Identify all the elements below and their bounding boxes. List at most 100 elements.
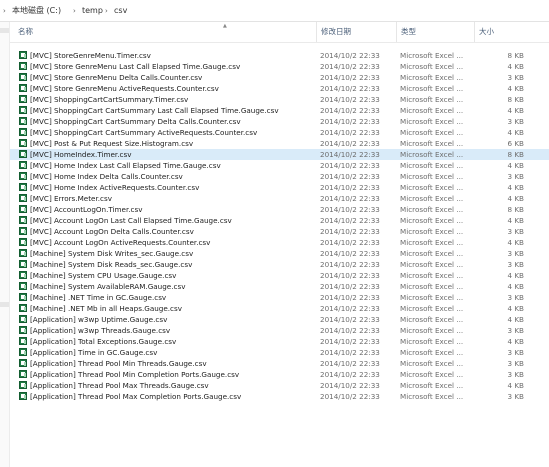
file-row[interactable]: [MVC] Home Index ActiveRequests.Counter.… [10, 182, 549, 193]
file-row[interactable]: [MVC] ShoppingCartCartSummary.Timer.csv 2… [10, 94, 549, 105]
breadcrumb-item-drive[interactable]: 本地磁盘 (C:) [12, 0, 61, 22]
nav-pane-fragment [0, 302, 9, 307]
file-size: 3 KB [507, 227, 524, 236]
file-row[interactable]: [MVC] Store GenreMenu Last Call Elapsed … [10, 61, 549, 72]
file-modified-date: 2014/10/2 22:33 [320, 216, 380, 225]
file-name: [MVC] ShoppingCart CartSummary Delta Cal… [30, 117, 241, 126]
file-row[interactable]: [Application] Total Exceptions.Gauge.csv… [10, 336, 549, 347]
file-name-cell: [Application] Thread Pool Min Completion… [19, 369, 319, 380]
file-size: 6 KB [507, 139, 524, 148]
file-row[interactable]: [Machine] System AvailableRAM.Gauge.csv 2… [10, 281, 549, 292]
file-name-cell: [MVC] ShoppingCart CartSummary Last Call… [19, 105, 319, 116]
file-name: [Application] Thread Pool Max Threads.Ga… [30, 381, 209, 390]
file-name: [MVC] Account LogOn Last Call Elapsed Ti… [30, 216, 232, 225]
file-name-cell: [MVC] ShoppingCart CartSummary Delta Cal… [19, 116, 319, 127]
file-modified-date: 2014/10/2 22:33 [320, 381, 380, 390]
file-size: 8 KB [507, 95, 524, 104]
file-row[interactable]: [MVC] ShoppingCart CartSummary ActiveReq… [10, 127, 549, 138]
excel-csv-file-icon [19, 95, 27, 103]
column-header-name[interactable]: 名称 [14, 22, 314, 42]
file-name-cell: [Application] Time in GC.Gauge.csv [19, 347, 319, 358]
file-name-cell: [MVC] Post & Put Request Size.Histogram.… [19, 138, 319, 149]
file-name: [MVC] Post & Put Request Size.Histogram.… [30, 139, 194, 148]
file-row[interactable]: [MVC] ShoppingCart CartSummary Delta Cal… [10, 116, 549, 127]
excel-csv-file-icon [19, 172, 27, 180]
file-modified-date: 2014/10/2 22:33 [320, 106, 380, 115]
file-modified-date: 2014/10/2 22:33 [320, 392, 380, 401]
file-type: Microsoft Excel ... [400, 183, 464, 192]
file-name-cell: [Application] Thread Pool Max Completion… [19, 391, 319, 402]
file-name-cell: [MVC] Home Index Delta Calls.Counter.csv [19, 171, 319, 182]
file-modified-date: 2014/10/2 22:33 [320, 172, 380, 181]
column-header-date[interactable]: 修改日期 [316, 22, 396, 42]
file-row[interactable]: [MVC] Post & Put Request Size.Histogram.… [10, 138, 549, 149]
file-name: [Application] Thread Pool Min Completion… [30, 370, 240, 379]
file-type: Microsoft Excel ... [400, 359, 464, 368]
file-row[interactable]: [Machine] System CPU Usage.Gauge.csv 2014… [10, 270, 549, 281]
file-name: [Machine] System CPU Usage.Gauge.csv [30, 271, 177, 280]
file-name-cell: [MVC] Account LogOn Delta Calls.Counter.… [19, 226, 319, 237]
file-size: 3 KB [507, 293, 524, 302]
file-name-cell: [MVC] Account LogOn Last Call Elapsed Ti… [19, 215, 319, 226]
nav-pane-fragment [0, 28, 9, 33]
file-name-cell: [MVC] Store GenreMenu Last Call Elapsed … [19, 61, 319, 72]
file-row[interactable]: [MVC] Store GenreMenu Delta Calls.Counte… [10, 72, 549, 83]
breadcrumb-item-temp[interactable]: temp [82, 0, 103, 22]
file-name: [MVC] ShoppingCart CartSummary Last Call… [30, 106, 279, 115]
file-name: [Application] Thread Pool Max Completion… [30, 392, 242, 401]
file-name: [Machine] System Disk Writes_sec.Gauge.c… [30, 249, 194, 258]
file-row[interactable]: [MVC] Home Index Delta Calls.Counter.csv… [10, 171, 549, 182]
file-row[interactable]: [MVC] AccountLogOn.Timer.csv 2014/10/2 22… [10, 204, 549, 215]
file-row[interactable]: [MVC] HomeIndex.Timer.csv 2014/10/2 22:33… [10, 149, 549, 160]
file-row[interactable]: [MVC] Errors.Meter.csv 2014/10/2 22:33 Mic… [10, 193, 549, 204]
file-row[interactable]: [MVC] Store GenreMenu ActiveRequests.Cou… [10, 83, 549, 94]
file-modified-date: 2014/10/2 22:33 [320, 293, 380, 302]
file-size: 4 KB [507, 183, 524, 192]
file-type: Microsoft Excel ... [400, 95, 464, 104]
file-row[interactable]: [Application] w3wp Threads.Gauge.csv 2014… [10, 325, 549, 336]
file-name-cell: [Machine] System AvailableRAM.Gauge.csv [19, 281, 319, 292]
excel-csv-file-icon [19, 370, 27, 378]
file-row[interactable]: [MVC] Account LogOn Delta Calls.Counter.… [10, 226, 549, 237]
file-size: 4 KB [507, 381, 524, 390]
column-header-size[interactable]: 大小 [474, 22, 526, 42]
file-type: Microsoft Excel ... [400, 161, 464, 170]
file-size: 4 KB [507, 271, 524, 280]
excel-csv-file-icon [19, 150, 27, 158]
file-name-cell: [MVC] Errors.Meter.csv [19, 193, 319, 204]
file-modified-date: 2014/10/2 22:33 [320, 161, 380, 170]
file-row[interactable]: [Machine] System Disk Writes_sec.Gauge.c… [10, 248, 549, 259]
file-name-cell: [Machine] System Disk Reads_sec.Gauge.cs… [19, 259, 319, 270]
file-row[interactable]: [MVC] StoreGenreMenu.Timer.csv 2014/10/2 … [10, 50, 549, 61]
file-name-cell: [MVC] Home Index Last Call Elapsed Time.… [19, 160, 319, 171]
file-row[interactable]: [Application] Thread Pool Max Completion… [10, 391, 549, 402]
column-header: ▲ 名称 修改日期 类型 大小 [10, 22, 549, 43]
file-type: Microsoft Excel ... [400, 282, 464, 291]
file-modified-date: 2014/10/2 22:33 [320, 282, 380, 291]
file-type: Microsoft Excel ... [400, 62, 464, 71]
file-row[interactable]: [Machine] System Disk Reads_sec.Gauge.cs… [10, 259, 549, 270]
file-name: [MVC] Account LogOn ActiveRequests.Count… [30, 238, 211, 247]
file-name: [Machine] System AvailableRAM.Gauge.csv [30, 282, 186, 291]
file-row[interactable]: [MVC] ShoppingCart CartSummary Last Call… [10, 105, 549, 116]
file-name: [Application] Thread Pool Min Threads.Ga… [30, 359, 207, 368]
file-row[interactable]: [Application] Thread Pool Min Threads.Ga… [10, 358, 549, 369]
file-row[interactable]: [MVC] Account LogOn ActiveRequests.Count… [10, 237, 549, 248]
column-header-type[interactable]: 类型 [396, 22, 474, 42]
file-row[interactable]: [Machine] .NET Mb in all Heaps.Gauge.csv… [10, 303, 549, 314]
file-name-cell: [MVC] ShoppingCartCartSummary.Timer.csv [19, 94, 319, 105]
file-row[interactable]: [Machine] .NET Time in GC.Gauge.csv 2014/… [10, 292, 549, 303]
excel-csv-file-icon [19, 260, 27, 268]
file-row[interactable]: [Application] Thread Pool Max Threads.Ga… [10, 380, 549, 391]
file-row[interactable]: [Application] w3wp Uptime.Gauge.csv 2014/… [10, 314, 549, 325]
breadcrumb-item-csv[interactable]: csv [114, 0, 127, 22]
file-name-cell: [Application] w3wp Threads.Gauge.csv [19, 325, 319, 336]
file-row[interactable]: [MVC] Home Index Last Call Elapsed Time.… [10, 160, 549, 171]
file-modified-date: 2014/10/2 22:33 [320, 73, 380, 82]
file-type: Microsoft Excel ... [400, 293, 464, 302]
file-name-cell: [MVC] StoreGenreMenu.Timer.csv [19, 50, 319, 61]
file-row[interactable]: [MVC] Account LogOn Last Call Elapsed Ti… [10, 215, 549, 226]
file-row[interactable]: [Application] Time in GC.Gauge.csv 2014/1… [10, 347, 549, 358]
file-type: Microsoft Excel ... [400, 150, 464, 159]
file-row[interactable]: [Application] Thread Pool Min Completion… [10, 369, 549, 380]
